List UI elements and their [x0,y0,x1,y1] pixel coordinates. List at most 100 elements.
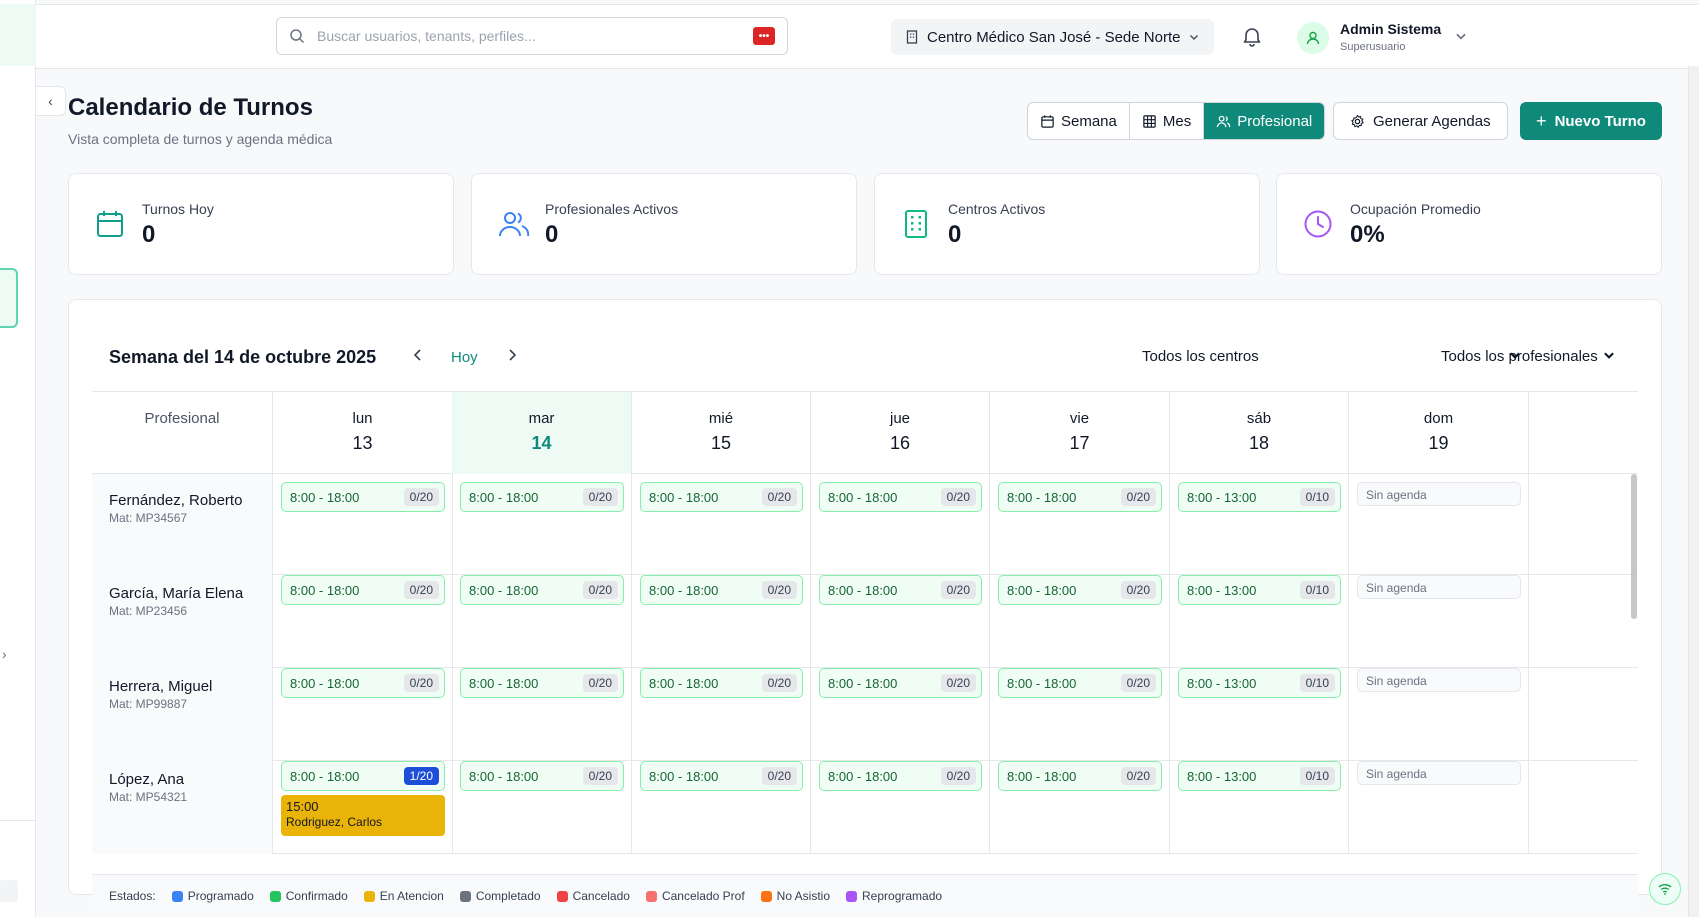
gear-icon [1351,114,1364,128]
day-cell[interactable]: 8:00 - 18:00 0/20 [452,474,632,575]
professional-name: López, Ana [109,771,185,788]
day-cell[interactable]: 8:00 - 18:00 0/20 [632,567,811,668]
sidebar-active-item[interactable] [0,268,18,328]
calendar-icon [1041,114,1054,128]
day-cell[interactable]: 8:00 - 13:00 0/10 [1170,474,1349,575]
day-cell[interactable]: 8:00 - 18:00 0/20 [632,474,811,575]
agenda-slot[interactable]: 8:00 - 18:00 0/20 [460,668,624,698]
agenda-slot[interactable]: 8:00 - 18:00 0/20 [819,482,982,512]
bell-icon[interactable] [1241,25,1263,47]
connection-status-button[interactable] [1649,873,1681,905]
professional-row: García, María Elena Mat: MP23456 8:00 - 18… [92,567,1638,668]
slot-time: 8:00 - 18:00 [1007,769,1077,784]
professionals-filter[interactable]: Todos los profesionales [1441,348,1616,365]
day-cell[interactable]: Sin agenda [1349,567,1529,668]
day-cell[interactable]: 8:00 - 13:00 0/10 [1170,660,1349,761]
sidebar: › [0,0,36,917]
new-appointment-label: Nuevo Turno [1554,112,1646,130]
day-cell[interactable]: 8:00 - 18:00 0/20 [452,567,632,668]
day-cell[interactable]: 8:00 - 18:00 0/20 [990,474,1170,575]
user-icon [1306,31,1320,45]
chevron-right-icon[interactable]: › [2,646,7,662]
agenda-slot[interactable]: 8:00 - 18:00 0/20 [640,761,803,791]
view-week-button[interactable]: Semana [1028,103,1130,139]
day-cell[interactable]: 8:00 - 18:00 0/20 [273,474,453,575]
day-cell[interactable]: 8:00 - 18:00 0/20 [990,567,1170,668]
day-header: mar 14 [452,392,632,474]
day-cell[interactable]: 8:00 - 18:00 0/20 [452,660,632,761]
day-cell[interactable]: 8:00 - 18:00 0/20 [632,660,811,761]
day-cell[interactable]: Sin agenda [1349,753,1529,854]
professional-cell[interactable]: López, Ana Mat: MP54321 [92,753,273,854]
slot-capacity-badge: 0/20 [940,488,976,506]
agenda-slot[interactable]: 8:00 - 13:00 0/10 [1178,575,1341,605]
today-button[interactable]: Hoy [451,349,478,366]
day-cell[interactable]: 8:00 - 18:00 0/20 [811,660,990,761]
day-cell[interactable]: 8:00 - 18:00 0/20 [273,567,453,668]
legend-item: No Asistio [760,889,830,903]
agenda-slot[interactable]: 8:00 - 18:00 0/20 [281,668,445,698]
day-cell[interactable]: 8:00 - 18:00 0/20 [452,753,632,854]
agenda-slot[interactable]: 8:00 - 18:00 0/20 [281,482,445,512]
professional-cell[interactable]: Herrera, Miguel Mat: MP99887 [92,660,273,761]
day-cell[interactable]: 8:00 - 18:00 0/20 [990,753,1170,854]
center-selector[interactable]: Centro Médico San José - Sede Norte [891,19,1215,55]
professionals-filter-label: Todos los profesionales [1441,348,1598,365]
page-scrollbar[interactable] [1688,66,1699,917]
agenda-slot[interactable]: 8:00 - 18:00 0/20 [998,575,1162,605]
agenda-slot[interactable]: 8:00 - 18:00 0/20 [460,575,624,605]
sidebar-collapse-button[interactable]: ‹ [36,86,66,116]
slot-capacity-badge: 0/10 [1299,488,1335,506]
stat-label: Turnos Hoy [142,201,214,217]
day-cell[interactable]: 8:00 - 18:00 0/20 [273,660,453,761]
view-professional-button[interactable]: Profesional [1204,103,1325,139]
day-cell[interactable]: 8:00 - 18:00 1/20 15:00 Rodriguez, Carlos [273,753,453,854]
agenda-slot[interactable]: 8:00 - 18:00 0/20 [640,482,803,512]
legend-item: Reprogramado [846,889,942,903]
agenda-slot[interactable]: 8:00 - 18:00 0/20 [998,761,1162,791]
chevron-right-icon[interactable] [504,347,520,363]
agenda-slot[interactable]: 8:00 - 18:00 0/20 [819,575,982,605]
professional-cell[interactable]: Fernández, Roberto Mat: MP34567 [92,474,273,575]
professional-name: Fernández, Roberto [109,492,243,509]
agenda-slot[interactable]: 8:00 - 18:00 0/20 [460,761,624,791]
agenda-slot[interactable]: 8:00 - 18:00 0/20 [998,668,1162,698]
agenda-slot[interactable]: 8:00 - 13:00 0/10 [1178,668,1341,698]
day-number: 17 [1069,433,1090,453]
day-cell[interactable]: Sin agenda [1349,660,1529,761]
day-cell[interactable]: 8:00 - 18:00 0/20 [811,567,990,668]
generate-agendas-button[interactable]: Generar Agendas [1333,102,1508,140]
day-cell[interactable]: 8:00 - 13:00 0/10 [1170,567,1349,668]
day-cell[interactable]: 8:00 - 18:00 0/20 [990,660,1170,761]
agenda-slot[interactable]: 8:00 - 18:00 0/20 [640,668,803,698]
legend-swatch [645,890,657,902]
slot-time: 8:00 - 18:00 [469,769,539,784]
avatar[interactable] [1297,22,1329,54]
agenda-slot[interactable]: 8:00 - 18:00 0/20 [460,482,624,512]
agenda-slot[interactable]: 8:00 - 18:00 0/20 [819,761,982,791]
day-cell[interactable]: 8:00 - 13:00 0/10 [1170,753,1349,854]
search-input[interactable] [317,28,737,44]
agenda-slot[interactable]: 8:00 - 18:00 1/20 [281,761,445,791]
search-box[interactable]: ••• [276,17,788,55]
view-month-button[interactable]: Mes [1130,103,1205,139]
agenda-slot[interactable]: 8:00 - 13:00 0/10 [1178,482,1341,512]
agenda-slot[interactable]: 8:00 - 18:00 0/20 [281,575,445,605]
appointment-card[interactable]: 15:00 Rodriguez, Carlos [281,795,445,836]
sidebar-bottom-item[interactable] [0,880,18,902]
slot-time: 8:00 - 18:00 [828,583,898,598]
day-cell[interactable]: 8:00 - 18:00 0/20 [632,753,811,854]
legend-label: Programado [187,889,254,903]
agenda-slot[interactable]: 8:00 - 13:00 0/10 [1178,761,1341,791]
day-cell[interactable]: Sin agenda [1349,474,1529,575]
day-cell[interactable]: 8:00 - 18:00 0/20 [811,474,990,575]
chevron-left-icon[interactable] [410,347,426,363]
agenda-slot[interactable]: 8:00 - 18:00 0/20 [819,668,982,698]
chevron-down-icon[interactable] [1454,29,1468,43]
day-cell[interactable]: 8:00 - 18:00 0/20 [811,753,990,854]
agenda-slot[interactable]: 8:00 - 18:00 0/20 [998,482,1162,512]
new-appointment-button[interactable]: + Nuevo Turno [1520,102,1662,140]
professional-cell[interactable]: García, María Elena Mat: MP23456 [92,567,273,668]
agenda-slot[interactable]: 8:00 - 18:00 0/20 [640,575,803,605]
grid-scrollbar[interactable] [1631,474,1637,619]
